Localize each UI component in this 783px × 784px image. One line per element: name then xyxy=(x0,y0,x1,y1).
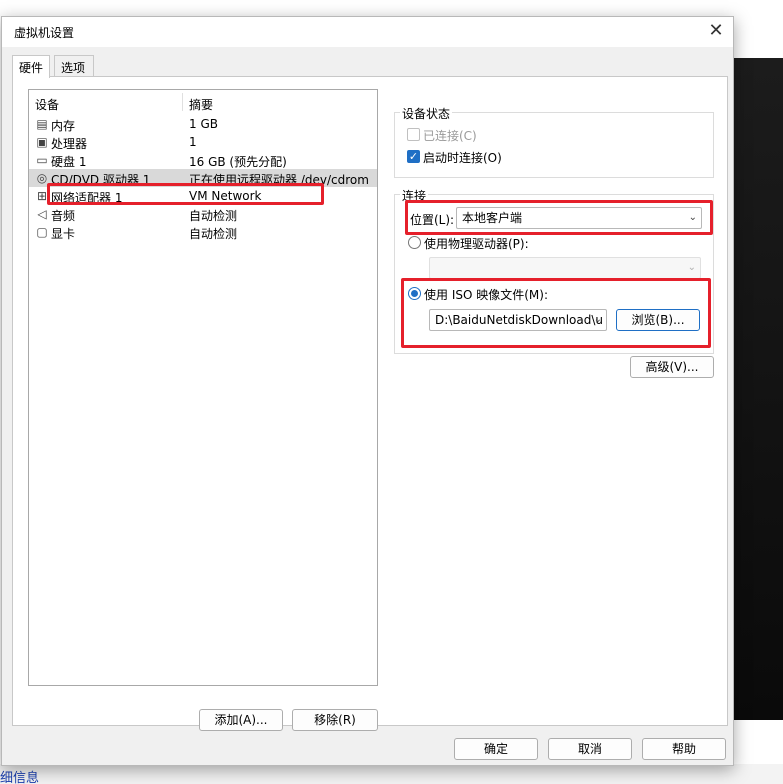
location-label: 位置(L): xyxy=(410,213,455,227)
device-row-memory[interactable]: ▤ 内存 1 GB xyxy=(29,115,377,133)
device-name: 处理器 xyxy=(51,137,88,151)
hardware-panel: 设备 摘要 ▤ 内存 1 GB ▣ 处理器 1 ▭ 硬盘 1 16 GB (预先… xyxy=(12,76,728,731)
location-select[interactable]: 本地客户端 ⌄ xyxy=(456,207,702,229)
location-value: 本地客户端 xyxy=(462,211,523,225)
device-name: 显卡 xyxy=(51,227,76,241)
display-icon: ▢ xyxy=(36,225,48,239)
connection-title: 连接 xyxy=(400,187,429,204)
device-row-hard-disk[interactable]: ▭ 硬盘 1 16 GB (预先分配) xyxy=(29,151,377,169)
background-desktop xyxy=(733,58,783,720)
vm-settings-dialog: 虚拟机设置 ✕ 硬件 选项 设备 摘要 ▤ 内存 1 GB ▣ 处理器 1 ▭ … xyxy=(1,16,734,766)
iso-path-value: D:\BaiduNetdiskDownload\u xyxy=(435,313,603,327)
chevron-down-icon: ⌄ xyxy=(688,212,697,223)
close-icon[interactable]: ✕ xyxy=(705,20,727,42)
physical-drive-radio[interactable] xyxy=(408,236,421,249)
device-name: CD/DVD 驱动器 1 xyxy=(51,173,151,187)
browse-button[interactable]: 浏览(B)... xyxy=(616,309,700,331)
cancel-button[interactable]: 取消 xyxy=(548,738,632,760)
column-header-device[interactable]: 设备 xyxy=(35,96,59,113)
background-details-text: 细信息 xyxy=(0,771,40,784)
device-name: 音频 xyxy=(51,209,76,223)
device-status-title: 设备状态 xyxy=(400,105,453,122)
chevron-down-icon: ⌄ xyxy=(687,262,696,273)
device-name: 内存 xyxy=(51,119,76,133)
device-summary: 正在使用远程驱动器 /dev/cdrom xyxy=(189,173,369,187)
dialog-titlebar: 虚拟机设置 ✕ xyxy=(2,17,733,47)
connected-checkbox[interactable] xyxy=(407,128,420,141)
cd-dvd-icon: ◎ xyxy=(36,171,48,185)
background-bottom-strip xyxy=(0,764,783,784)
physical-drive-label: 使用物理驱动器(P): xyxy=(424,237,529,251)
connect-on-start-checkbox[interactable]: ✓ xyxy=(407,150,420,163)
tab-hardware[interactable]: 硬件 xyxy=(12,55,50,78)
advanced-button[interactable]: 高级(V)... xyxy=(630,356,714,378)
device-summary: 1 GB xyxy=(189,117,218,131)
memory-icon: ▤ xyxy=(36,117,48,131)
remove-device-button[interactable]: 移除(R) xyxy=(292,709,378,731)
device-name: 网络适配器 1 xyxy=(51,191,123,205)
iso-image-label: 使用 ISO 映像文件(M): xyxy=(424,288,548,302)
hard-disk-icon: ▭ xyxy=(36,153,48,167)
device-row-display[interactable]: ▢ 显卡 自动检测 xyxy=(29,223,377,241)
device-row-cd-dvd[interactable]: ◎ CD/DVD 驱动器 1 正在使用远程驱动器 /dev/cdrom xyxy=(29,169,377,187)
device-name: 硬盘 1 xyxy=(51,155,87,169)
connected-label: 已连接(C) xyxy=(423,129,477,143)
device-list-header: 设备 摘要 xyxy=(29,90,377,112)
add-device-button[interactable]: 添加(A)... xyxy=(199,709,283,731)
help-button[interactable]: 帮助 xyxy=(642,738,726,760)
chevron-down-icon: ⌄ xyxy=(593,314,602,325)
dialog-title: 虚拟机设置 xyxy=(14,26,75,40)
column-header-summary[interactable]: 摘要 xyxy=(189,96,213,113)
device-summary: VM Network xyxy=(189,189,262,203)
iso-path-combo[interactable]: D:\BaiduNetdiskDownload\u ⌄ xyxy=(429,309,607,331)
device-row-audio[interactable]: ◁ 音频 自动检测 xyxy=(29,205,377,223)
device-row-network-adapter[interactable]: ⊞ 网络适配器 1 VM Network xyxy=(29,187,377,205)
device-row-processor[interactable]: ▣ 处理器 1 xyxy=(29,133,377,151)
tab-options[interactable]: 选项 xyxy=(54,55,94,77)
device-summary: 自动检测 xyxy=(189,227,238,241)
network-adapter-icon: ⊞ xyxy=(36,189,48,203)
device-summary: 16 GB (预先分配) xyxy=(189,155,287,169)
physical-drive-select[interactable]: ⌄ xyxy=(429,257,701,279)
audio-icon: ◁ xyxy=(37,207,47,221)
connect-on-start-label: 启动时连接(O) xyxy=(423,151,502,165)
processor-icon: ▣ xyxy=(36,135,48,149)
device-summary: 自动检测 xyxy=(189,209,238,223)
column-separator xyxy=(182,93,183,111)
device-list[interactable]: 设备 摘要 ▤ 内存 1 GB ▣ 处理器 1 ▭ 硬盘 1 16 GB (预先… xyxy=(28,89,378,686)
ok-button[interactable]: 确定 xyxy=(454,738,538,760)
device-summary: 1 xyxy=(189,135,197,149)
iso-image-radio[interactable] xyxy=(408,287,421,300)
